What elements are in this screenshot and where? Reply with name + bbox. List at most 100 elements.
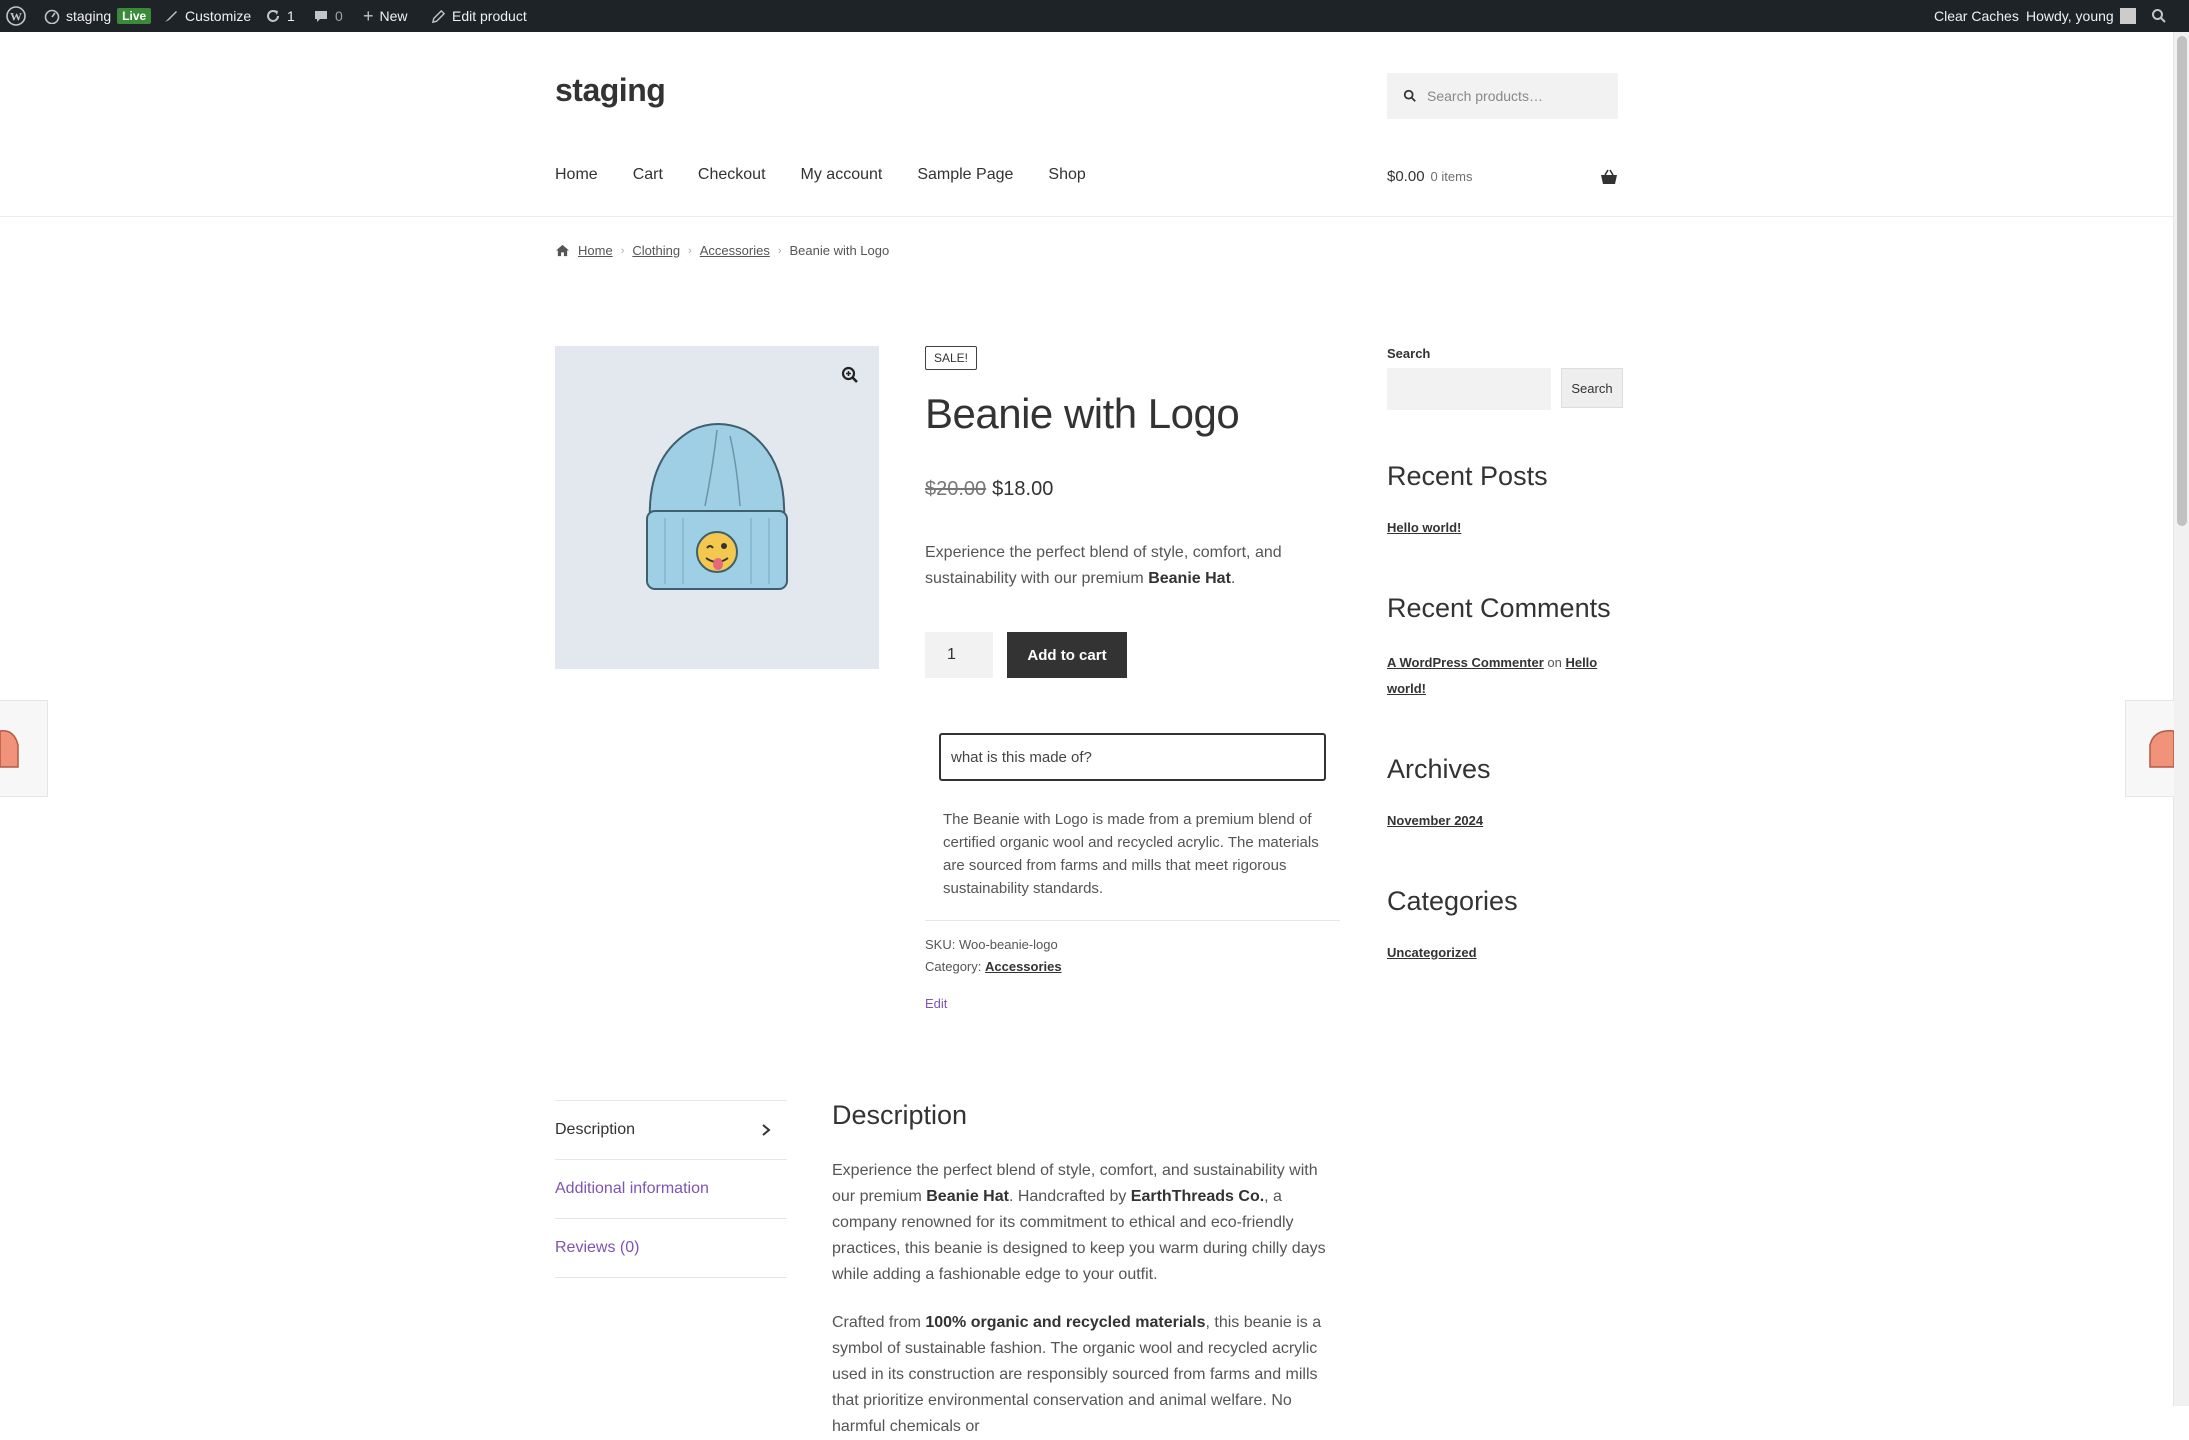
- next-product-thumbnail: [2149, 730, 2174, 768]
- header-divider: [0, 216, 2173, 217]
- nav-shop[interactable]: Shop: [1048, 166, 1085, 184]
- admin-bar: W staging Live Customize 1 0 + New Edit …: [0, 0, 2189, 32]
- product-search-field[interactable]: Search products…: [1387, 73, 1618, 119]
- category-link[interactable]: Accessories: [985, 959, 1062, 974]
- sale-badge: SALE!: [925, 346, 978, 370]
- breadcrumb-separator-icon: ›: [688, 244, 692, 257]
- chevron-right-icon: [762, 1124, 771, 1136]
- tab-description[interactable]: Description: [555, 1100, 787, 1160]
- svg-text:W: W: [10, 10, 22, 24]
- comment-author-link[interactable]: A WordPress Commenter: [1387, 655, 1544, 670]
- description-paragraph-2: Crafted from 100% organic and recycled m…: [832, 1310, 1332, 1440]
- sale-price: $18.00: [992, 478, 1054, 500]
- search-placeholder: Search products…: [1427, 88, 1543, 104]
- tab-reviews[interactable]: Reviews (0): [555, 1219, 787, 1278]
- quantity-input[interactable]: [925, 632, 993, 678]
- nav-cart[interactable]: Cart: [633, 166, 663, 184]
- customize-label: Customize: [185, 8, 252, 24]
- product-title: Beanie with Logo: [925, 390, 1240, 437]
- description-text: . Handcrafted by: [1008, 1188, 1131, 1205]
- short-description-end: .: [1230, 570, 1236, 587]
- zoom-icon[interactable]: [841, 366, 859, 384]
- category-label: Category:: [925, 959, 985, 974]
- brush-icon: [165, 11, 177, 22]
- wordpress-logo-icon[interactable]: W: [6, 0, 26, 32]
- description-bold: Beanie Hat: [926, 1188, 1009, 1205]
- product-sku: SKU: Woo-beanie-logo: [925, 937, 1058, 952]
- tab-additional-information[interactable]: Additional information: [555, 1160, 787, 1219]
- home-icon: [556, 244, 569, 257]
- recent-post-link[interactable]: Hello world!: [1387, 520, 1461, 535]
- comment-on-text: on: [1543, 655, 1566, 670]
- site-title[interactable]: staging: [555, 72, 666, 109]
- edit-product-link[interactable]: Edit product: [431, 0, 527, 32]
- nav-checkout[interactable]: Checkout: [698, 166, 766, 184]
- description-bold: EarthThreads Co.: [1130, 1188, 1265, 1205]
- product-question-input[interactable]: [939, 733, 1326, 781]
- description-paragraph-1: Experience the perfect blend of style, c…: [832, 1158, 1332, 1288]
- sku-label: SKU:: [925, 937, 959, 952]
- sidebar-search-form: Search: [1387, 368, 1623, 410]
- sku-value: Woo-beanie-logo: [958, 937, 1058, 952]
- nav-home[interactable]: Home: [555, 166, 598, 184]
- recent-comment-item: A WordPress Commenter on Hello world!: [1387, 650, 1618, 702]
- page-scrollbar[interactable]: [2173, 32, 2189, 1406]
- updates-count: 1: [287, 8, 295, 24]
- product-tabs: Description Additional information Revie…: [555, 1100, 787, 1278]
- tab-additional-information-label: Additional information: [555, 1180, 709, 1197]
- cart-items-count: 0 items: [1430, 169, 1473, 184]
- avatar: [2119, 8, 2136, 24]
- archives-heading: Archives: [1387, 754, 1491, 784]
- header-cart[interactable]: $0.00 0 items: [1387, 168, 1618, 185]
- previous-product-thumbnail: [0, 730, 19, 768]
- sidebar-search-label: Search: [1387, 346, 1431, 361]
- sidebar-search-button[interactable]: Search: [1561, 368, 1623, 408]
- categories-heading: Categories: [1387, 886, 1518, 916]
- clear-caches-label: Clear Caches: [1934, 8, 2019, 24]
- customize-link[interactable]: Customize: [163, 0, 251, 32]
- edit-product-link-inline[interactable]: Edit: [925, 996, 947, 1011]
- add-to-cart-button[interactable]: Add to cart: [1007, 632, 1127, 678]
- product-price: $20.00 $18.00: [925, 478, 1053, 501]
- category-uncategorized-link[interactable]: Uncategorized: [1387, 945, 1477, 960]
- primary-nav: Home Cart Checkout My account Sample Pag…: [555, 166, 1086, 184]
- updates-link[interactable]: 1: [265, 0, 295, 32]
- old-price: $20.00: [925, 478, 987, 500]
- product-category: Category: Accessories: [925, 959, 1062, 974]
- nav-sample-page[interactable]: Sample Page: [917, 166, 1013, 184]
- new-content-link[interactable]: + New: [363, 0, 408, 32]
- recent-posts-heading: Recent Posts: [1387, 461, 1548, 491]
- search-icon: [1403, 89, 1416, 102]
- breadcrumb-clothing[interactable]: Clothing: [632, 243, 680, 258]
- sidebar-search-input[interactable]: [1387, 368, 1551, 410]
- product-image[interactable]: [555, 346, 879, 669]
- scrollbar-thumb[interactable]: [2177, 36, 2187, 526]
- tab-reviews-label: Reviews (0): [555, 1239, 640, 1256]
- site-name: staging: [66, 8, 112, 24]
- tab-description-label: Description: [555, 1121, 636, 1138]
- nav-my-account[interactable]: My account: [801, 166, 883, 184]
- meta-divider: [925, 920, 1340, 921]
- breadcrumb-home[interactable]: Home: [578, 243, 613, 258]
- clear-caches-link[interactable]: Clear Caches: [1934, 0, 2019, 32]
- short-description-bold: Beanie Hat: [1148, 570, 1231, 587]
- breadcrumb-current: Beanie with Logo: [789, 243, 890, 258]
- previous-product-link[interactable]: [0, 700, 48, 797]
- comment-icon: [315, 11, 327, 22]
- ai-answer-text: The Beanie with Logo is made from a prem…: [943, 811, 1319, 897]
- beanie-image: [646, 423, 788, 590]
- site-name-menu[interactable]: staging Live: [44, 0, 152, 32]
- updates-icon: [267, 10, 279, 22]
- comments-link[interactable]: 0: [313, 0, 343, 32]
- archive-link[interactable]: November 2024: [1387, 813, 1483, 828]
- admin-search-icon[interactable]: [2151, 0, 2167, 32]
- recent-comments-heading: Recent Comments: [1387, 593, 1611, 623]
- breadcrumb-separator-icon: ›: [777, 244, 782, 257]
- basket-icon: [1601, 169, 1617, 184]
- breadcrumb-accessories[interactable]: Accessories: [700, 243, 770, 258]
- edit-product-label: Edit product: [452, 8, 527, 24]
- comments-count: 0: [335, 8, 343, 24]
- description-text: Crafted from: [832, 1314, 926, 1331]
- account-menu[interactable]: Howdy, young: [2026, 0, 2136, 32]
- next-product-link[interactable]: [2125, 700, 2174, 797]
